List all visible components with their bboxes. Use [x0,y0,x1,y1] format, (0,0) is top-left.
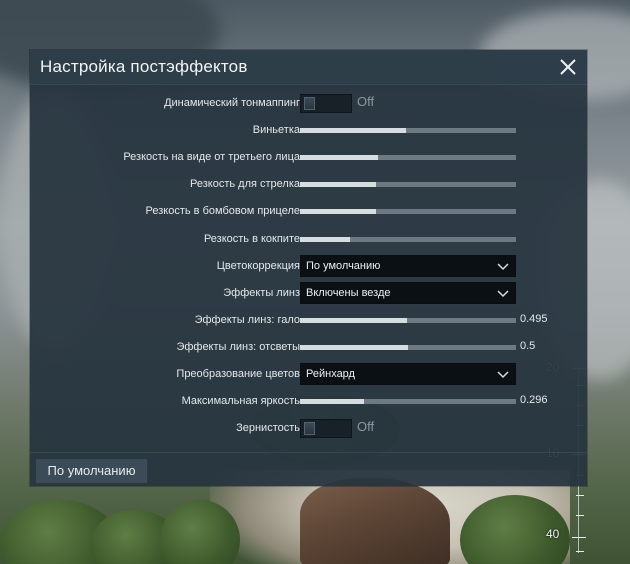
setting-row: Эффекты линз: гало 0.495 [30,307,587,334]
setting-row: Резкость на виде от третьего лица [30,144,587,171]
island-rock [300,478,450,564]
close-button[interactable] [555,54,581,80]
dropdown-select[interactable]: По умолчанию [300,255,516,277]
chevron-down-icon [497,290,509,298]
dropdown-value: Рейнхард [306,368,355,380]
setting-row: Цветокоррекция По умолчанию [30,253,587,280]
setting-row: Резкость в кокпите [30,226,587,253]
slider-track[interactable] [300,345,516,350]
altimeter-tick [576,495,584,496]
slider-fill [300,182,376,187]
setting-row: Резкость в бомбовом прицеле [30,198,587,225]
setting-row: Зернистость Off [30,415,587,442]
setting-control [300,171,587,198]
slider-track[interactable] [300,128,516,133]
setting-label: Эффекты линз [223,287,300,299]
setting-label: Виньетка [252,124,300,136]
slider-fill [300,209,376,214]
setting-label: Резкость для стрелка [190,178,300,190]
toggle-knob [304,97,315,110]
slider-value: 0.5 [520,340,536,352]
setting-row: Эффекты линз: отсветы 0.5 [30,334,587,361]
toggle-state-text: Off [357,419,375,434]
setting-row: Виньетка [30,117,587,144]
slider-value: 0.495 [520,313,548,325]
slider-track[interactable] [300,209,516,214]
chevron-down-icon [497,263,509,271]
setting-control: 0.495 [300,307,587,334]
setting-row: Преобразование цветов Рейнхард [30,361,587,388]
setting-label: Цветокоррекция [216,260,300,272]
setting-control [300,117,587,144]
setting-label: Преобразование цветов [176,368,300,380]
dropdown-value: Включены везде [306,287,391,299]
slider-fill [300,155,378,160]
close-icon [560,59,576,75]
setting-control: Off [300,415,587,442]
slider-fill [300,399,364,404]
altimeter-label: 40 [546,527,560,541]
setting-label: Эффекты линз: гало [194,314,300,326]
slider-fill [300,345,408,350]
setting-row: Динамический тонмаппинг Off [30,90,587,117]
setting-control: Off [300,90,587,117]
dropdown-select[interactable]: Рейнхард [300,363,516,385]
setting-label: Динамический тонмаппинг [164,97,300,109]
setting-control: 0.296 [300,388,587,415]
setting-row: Эффекты линз Включены везде [30,280,587,307]
setting-control: По умолчанию [300,253,587,280]
setting-label: Резкость в кокпите [203,233,300,245]
dialog-header: Настройка постэффектов [30,50,587,85]
dialog-title: Настройка постэффектов [40,57,248,76]
slider-track[interactable] [300,399,516,404]
reset-defaults-button[interactable]: По умолчанию [35,458,148,484]
slider-value: 0.296 [520,394,548,406]
chevron-down-icon [497,371,509,379]
toggle-switch[interactable] [300,419,352,438]
setting-label: Зернистость [236,422,300,434]
altimeter-tick [576,515,584,516]
setting-control: 0.5 [300,334,587,361]
setting-control [300,198,587,225]
slider-track[interactable] [300,182,516,187]
dropdown-select[interactable]: Включены везде [300,282,516,304]
setting-control [300,144,587,171]
altimeter-tick [576,551,584,552]
setting-control [300,226,587,253]
setting-label: Максимальная яркость [181,395,300,407]
altimeter-tick [572,537,586,538]
toggle-state-text: Off [357,94,375,109]
toggle-knob [304,422,315,435]
setting-label: Резкость в бомбовом прицеле [145,205,300,217]
slider-track[interactable] [300,237,516,242]
slider-fill [300,318,407,323]
setting-row: Максимальная яркость 0.296 [30,388,587,415]
setting-label: Резкость на виде от третьего лица [123,151,300,163]
dialog-footer: По умолчанию [30,452,587,487]
setting-control: Рейнхард [300,361,587,388]
toggle-switch[interactable] [300,94,352,113]
slider-track[interactable] [300,155,516,160]
slider-fill [300,237,350,242]
slider-track[interactable] [300,318,516,323]
postfx-settings-dialog: Настройка постэффектов Динамический тонм… [30,50,587,486]
setting-row: Резкость для стрелка [30,171,587,198]
dropdown-value: По умолчанию [306,260,381,272]
setting-label: Эффекты линз: отсветы [176,341,300,353]
slider-fill [300,128,406,133]
setting-control: Включены везде [300,280,587,307]
